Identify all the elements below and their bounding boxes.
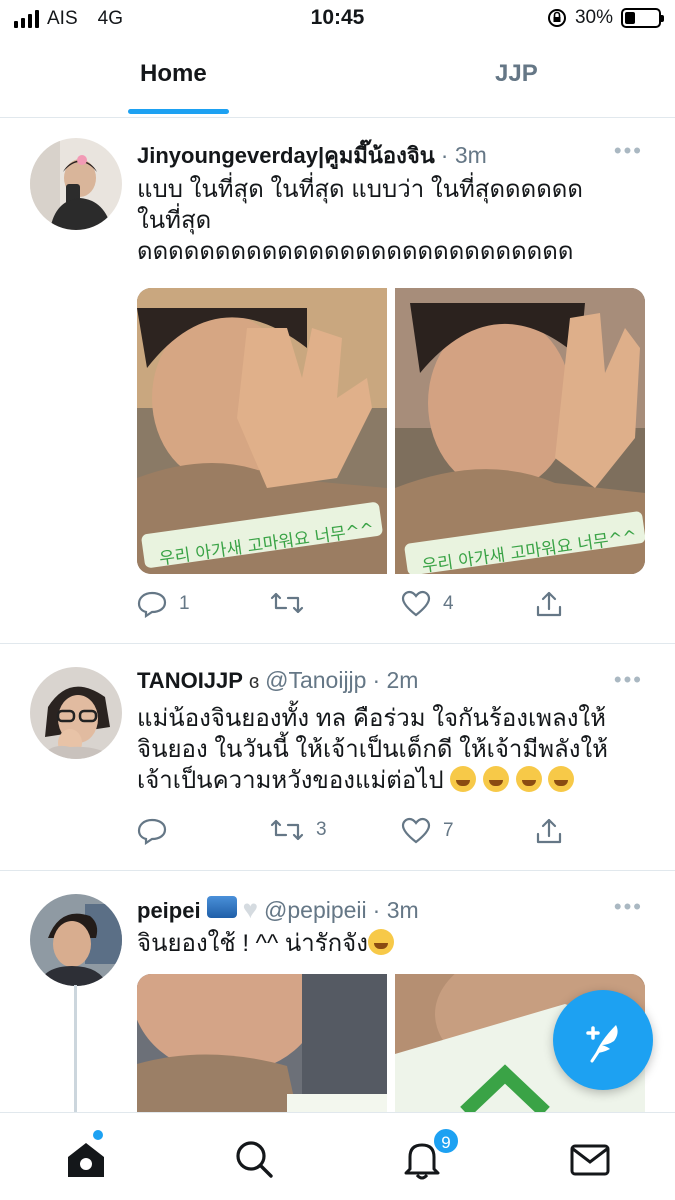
- battery-icon: [621, 8, 664, 28]
- reply-button[interactable]: 1: [137, 590, 190, 618]
- status-bar-right: 30%: [547, 7, 664, 29]
- new-tweets-dot: [93, 1130, 103, 1140]
- more-options-icon[interactable]: •••: [614, 138, 643, 164]
- white-heart-icon: ♥: [242, 894, 259, 924]
- nav-messages[interactable]: [568, 1137, 612, 1181]
- tab-home[interactable]: Home: [140, 60, 207, 88]
- tweet-header: Jinyoungeverday|คูมมี๊น้องจิน · 3m: [137, 138, 487, 173]
- like-button[interactable]: 7: [401, 817, 454, 844]
- tweet-time: · 3m: [372, 897, 419, 923]
- avatar[interactable]: [30, 138, 122, 230]
- compose-feather-icon: [586, 1025, 618, 1063]
- crying-face-icon: [515, 766, 542, 792]
- media-photo[interactable]: 우리 아가새 고마워요 너무^^: [395, 288, 645, 574]
- share-icon: [536, 818, 562, 844]
- reply-icon: [137, 818, 167, 845]
- tweet-text-line: ดดดดดดดดดดดดดดดดดดดดดดดดดดดด: [137, 238, 574, 265]
- tweet-text: แบบ ในที่สุด ในที่สุด แบบว่า ในที่สุดดดด…: [137, 174, 647, 267]
- reply-icon: [137, 591, 167, 618]
- tweet-media[interactable]: 우리 아가새 고마워요 너무^^ 우리 아가새 고마워요 너무^^: [137, 288, 645, 574]
- retweet-button[interactable]: [270, 590, 316, 616]
- share-button[interactable]: [535, 817, 563, 845]
- share-icon: [536, 591, 562, 617]
- display-name[interactable]: peipei: [137, 898, 201, 924]
- more-options-icon[interactable]: •••: [614, 667, 643, 693]
- retweet-icon: [270, 819, 304, 841]
- tweet-time: · 3m: [440, 142, 487, 168]
- nav-home[interactable]: [64, 1137, 108, 1181]
- wave-emoji-icon: [206, 896, 237, 918]
- tweet-text: จินยองใช้ ! ^^ น่ารักจัง: [137, 928, 647, 959]
- tweet-text: แม่น้องจินยองทั้ง ทล คือร่วม ใจกันร้องเพ…: [137, 703, 647, 796]
- tweet-header: peipei ♥ @pepipeii · 3m: [137, 894, 419, 925]
- like-button[interactable]: 4: [401, 590, 454, 617]
- like-count: 7: [443, 819, 454, 841]
- like-count: 4: [443, 592, 454, 614]
- heart-icon: [401, 817, 431, 844]
- tweet[interactable]: TANOIJJP ɞ @Tanoijjp · 2m ••• แม่น้องจิน…: [0, 645, 675, 871]
- retweet-icon: [270, 592, 304, 614]
- orientation-lock-icon: [547, 9, 566, 27]
- media-photo[interactable]: [137, 974, 387, 1112]
- tweet-text-line-with-emoji: เจ้าเป็นความหวังของแม่ต่อไป: [137, 765, 647, 796]
- tweet-text-line: แม่น้องจินยองทั้ง ทล คือร่วม ใจกันร้องเพ…: [137, 705, 606, 732]
- tweet-actions: 3 7: [137, 817, 587, 847]
- bottom-tab-bar: [0, 1112, 675, 1200]
- display-name[interactable]: Jinyoungeverday|คูมมี๊น้องจิน: [137, 138, 435, 173]
- envelope-icon: [570, 1144, 610, 1176]
- handle[interactable]: @pepipeii: [264, 897, 367, 924]
- status-bar: AIS 4G 10:45 30%: [0, 0, 675, 38]
- name-emoji: ɞ: [248, 671, 260, 693]
- notifications-badge: 9: [432, 1127, 460, 1155]
- tweet[interactable]: Jinyoungeverday|คูมมี๊น้องจิน · 3m ••• แ…: [0, 118, 675, 644]
- tab-jjp[interactable]: JJP: [495, 60, 538, 88]
- timeline-tabs: Home JJP: [0, 38, 675, 118]
- search-icon: [236, 1141, 273, 1178]
- nav-search[interactable]: [232, 1137, 276, 1181]
- reply-button[interactable]: [137, 817, 179, 845]
- share-button[interactable]: [535, 590, 563, 618]
- thread-connector-line: [74, 985, 77, 1115]
- tweet-text-line: เจ้าเป็นความหวังของแม่ต่อไป: [137, 767, 444, 794]
- crying-face-icon: [450, 766, 477, 792]
- retweet-count: 3: [316, 819, 327, 840]
- tweet-text-line-with-emoji: จินยองใช้ ! ^^ น่ารักจัง: [137, 928, 647, 959]
- crying-face-icon: [367, 929, 394, 955]
- avatar[interactable]: [30, 894, 122, 986]
- active-tab-indicator: [128, 109, 229, 114]
- retweet-button[interactable]: 3: [270, 817, 327, 843]
- reply-count: 1: [179, 593, 190, 614]
- battery-percent: 30%: [574, 7, 613, 28]
- compose-tweet-button[interactable]: [553, 990, 653, 1090]
- tweet-text-line: จินยอง ในวันนี้ ให้เจ้าเป็นเด็กดี ให้เจ้…: [137, 736, 608, 763]
- crying-face-icon: [548, 766, 575, 792]
- tweet-actions: 1 4: [137, 590, 587, 620]
- avatar[interactable]: [30, 667, 122, 759]
- media-photo[interactable]: 우리 아가새 고마워요 너무^^: [137, 288, 387, 574]
- more-options-icon[interactable]: •••: [614, 894, 643, 920]
- tweet-text-line: จินยองใช้ ! ^^ น่ารักจัง: [137, 930, 368, 957]
- tweet-time: · 2m: [372, 667, 419, 693]
- display-name[interactable]: TANOIJJP: [137, 668, 243, 694]
- home-icon: [68, 1143, 104, 1177]
- heart-icon: [401, 590, 431, 617]
- handle[interactable]: @Tanoijjp: [265, 667, 366, 694]
- tweet-header: TANOIJJP ɞ @Tanoijjp · 2m: [137, 667, 418, 694]
- tweet-text-line: ในที่สุด: [137, 207, 212, 234]
- crying-face-icon: [482, 766, 509, 792]
- tweet-text-line: แบบ ในที่สุด ในที่สุด แบบว่า ในที่สุดดดด…: [137, 176, 583, 203]
